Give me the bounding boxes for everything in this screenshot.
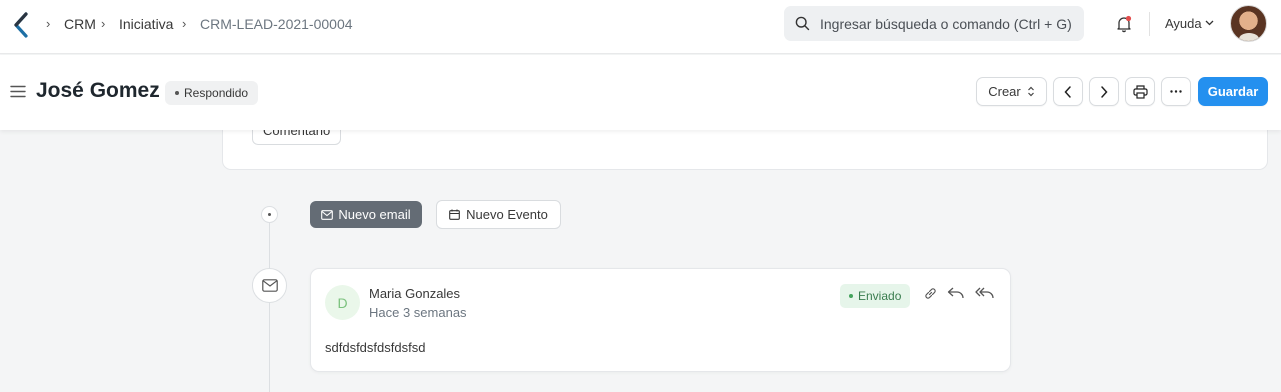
chevron-left-icon xyxy=(1064,85,1071,98)
page-head: José Gomez Respondido Crear Guardar xyxy=(0,55,1281,130)
link-icon[interactable] xyxy=(923,286,938,301)
chevron-down-icon[interactable] xyxy=(1205,20,1214,26)
email-status-badge: Enviado xyxy=(840,284,911,308)
app-logo-icon[interactable] xyxy=(13,12,29,38)
breadcrumb-separator-icon: › xyxy=(101,16,106,31)
create-button-label: Crear xyxy=(988,84,1021,99)
status-dot-icon xyxy=(175,90,179,95)
sender-name[interactable]: Maria Gonzales xyxy=(369,286,460,301)
previous-record-button[interactable] xyxy=(1053,77,1083,106)
user-avatar[interactable] xyxy=(1230,5,1267,42)
breadcrumb-iniciativa[interactable]: Iniciativa xyxy=(119,16,173,32)
timeline-email-marker xyxy=(252,268,287,303)
status-badge-label: Respondido xyxy=(184,86,249,100)
navbar-divider xyxy=(1149,12,1150,36)
email-body: sdfdsfdsfdsfdsfsd xyxy=(325,340,426,355)
status-badge: Respondido xyxy=(165,81,259,105)
breadcrumb-crm[interactable]: CRM xyxy=(64,16,96,32)
reply-all-icon[interactable] xyxy=(975,286,995,300)
search-bar[interactable] xyxy=(784,6,1084,41)
print-button[interactable] xyxy=(1125,77,1155,106)
new-email-label: Nuevo email xyxy=(338,207,411,222)
timeline-dot-icon xyxy=(261,206,278,223)
printer-icon xyxy=(1132,84,1148,99)
search-input[interactable] xyxy=(820,6,1075,41)
mail-icon xyxy=(321,209,334,220)
new-email-button[interactable]: Nuevo email xyxy=(310,201,422,228)
search-icon xyxy=(795,16,810,31)
new-event-label: Nuevo Evento xyxy=(466,207,548,222)
more-actions-button[interactable] xyxy=(1161,77,1191,106)
mail-icon xyxy=(262,279,278,292)
navbar: › CRM › Iniciativa › CRM-LEAD-2021-00004… xyxy=(0,0,1281,54)
help-menu[interactable]: Ayuda xyxy=(1165,16,1202,31)
notification-bell-icon[interactable] xyxy=(1115,15,1133,33)
timeline-line xyxy=(269,214,270,392)
email-timestamp: Hace 3 semanas xyxy=(369,305,467,320)
status-dot-icon xyxy=(849,293,853,298)
page-title: José Gomez xyxy=(36,79,160,102)
reply-icon[interactable] xyxy=(947,286,965,300)
next-record-button[interactable] xyxy=(1089,77,1119,106)
email-status-label: Enviado xyxy=(858,289,902,303)
breadcrumb-separator-icon: › xyxy=(182,16,187,31)
save-button[interactable]: Guardar xyxy=(1198,77,1268,106)
create-button[interactable]: Crear xyxy=(976,77,1047,106)
new-event-button[interactable]: Nuevo Evento xyxy=(436,200,561,229)
breadcrumb-separator-icon: › xyxy=(46,16,51,31)
sidebar-toggle-icon[interactable] xyxy=(10,85,26,98)
sender-avatar: D xyxy=(325,285,360,320)
more-horizontal-icon xyxy=(1170,90,1182,93)
breadcrumb-current[interactable]: CRM-LEAD-2021-00004 xyxy=(200,16,353,32)
calendar-icon xyxy=(449,209,461,220)
sort-arrows-icon xyxy=(1027,86,1034,97)
chevron-right-icon xyxy=(1101,85,1108,98)
